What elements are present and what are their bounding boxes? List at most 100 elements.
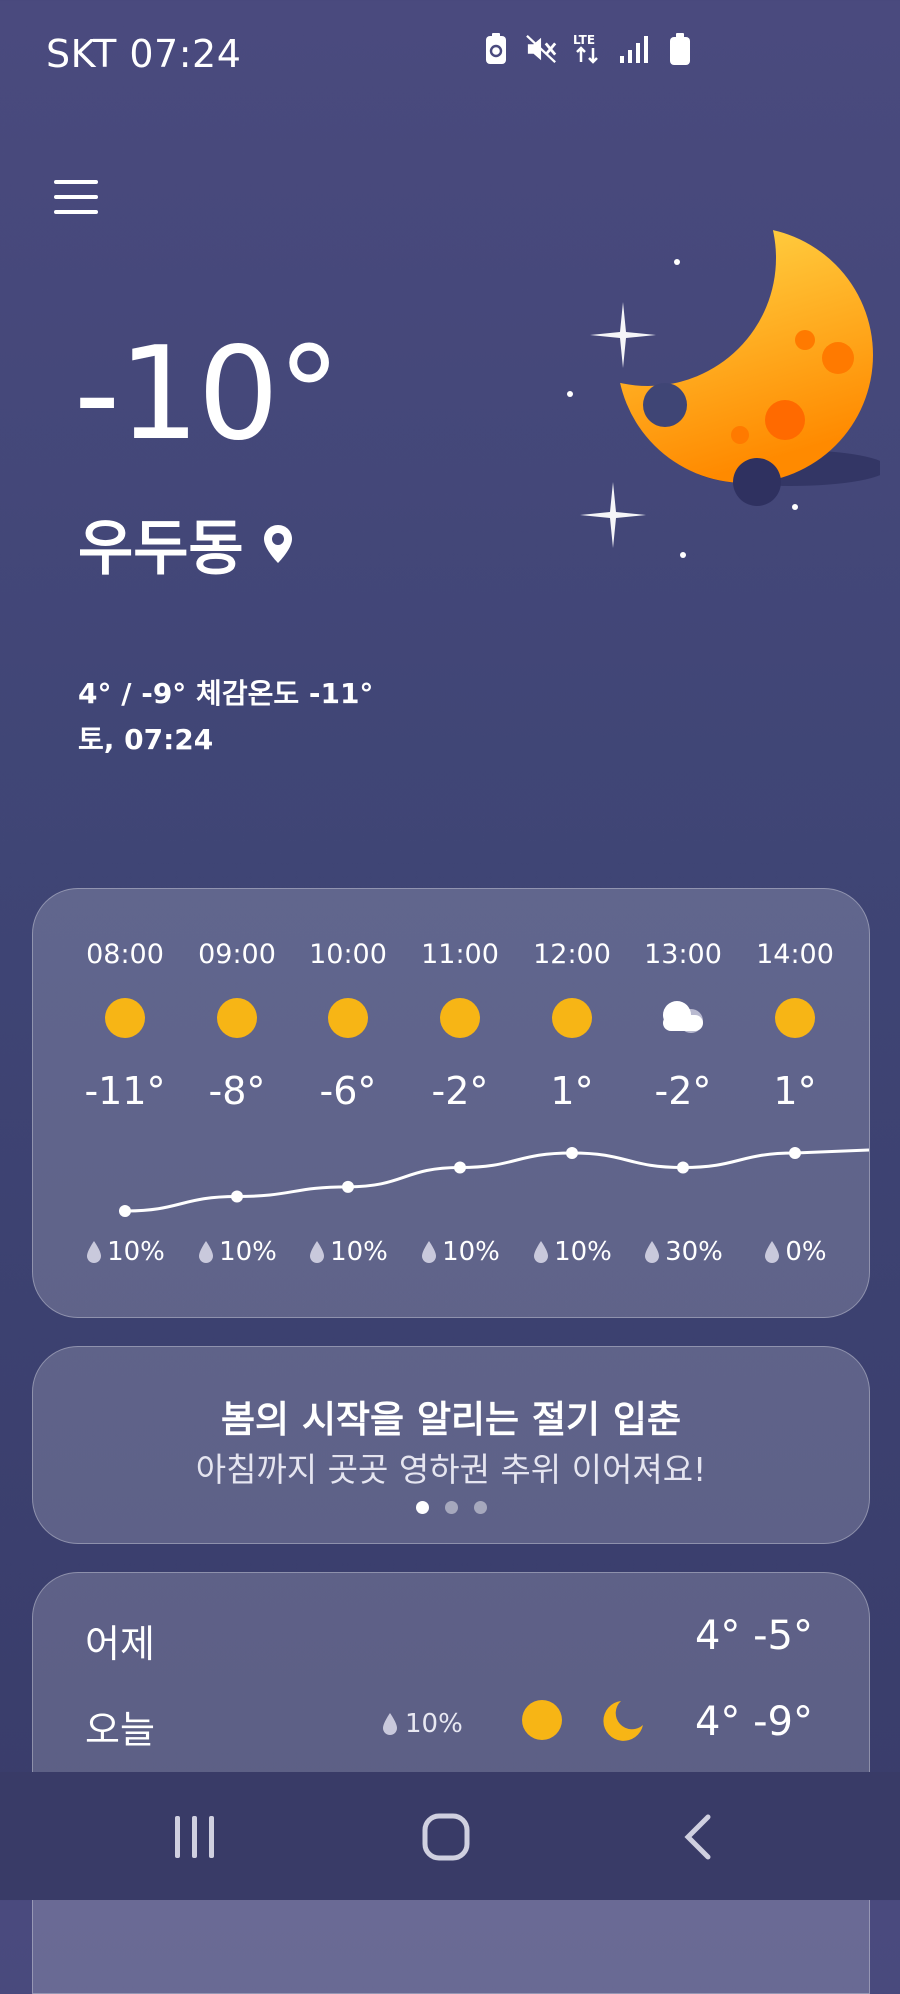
hour-icon [628,997,738,1041]
day-temps: 4° -9° [694,1699,813,1745]
rain-percent: 10% [442,1237,500,1267]
recent-apps-icon [175,1816,214,1858]
battery-saver-icon [480,30,512,68]
hour-temp: -6° [319,1069,377,1113]
rain-chance: 10% [381,1709,463,1739]
signal-icon [618,30,650,68]
temperature-line [124,1148,869,1213]
raindrop-icon [383,1713,397,1735]
menu-line [54,195,98,199]
day-label: 오늘 [85,1708,155,1752]
rain-percent: 10% [107,1237,165,1267]
page-dot[interactable] [473,1501,487,1514]
hour-temp: -11° [84,1069,166,1113]
banner-title: 봄의 시작을 알리는 절기 입춘 [220,1398,681,1441]
hour-time: 08:00 [86,939,164,970]
raindrop-icon [310,1241,325,1263]
status-icons: LTE [480,30,900,68]
hour-icon [293,997,403,1041]
temperature-point [342,1180,354,1193]
home-button[interactable] [396,1802,496,1872]
hour-rain: 10% [517,1237,627,1267]
navigation-bar [0,1772,900,1900]
sun-icon [440,998,480,1038]
hour-time: 13:00 [644,939,722,970]
menu-button[interactable] [54,180,98,220]
raindrop-icon [534,1241,549,1263]
page-dot[interactable] [415,1501,429,1514]
sun-icon [775,998,815,1038]
hour-rain: 0% [740,1237,850,1267]
temperature-point [789,1147,801,1159]
hour-temp: 1° [550,1069,594,1113]
hour-rain: 10% [293,1237,403,1267]
sun-icon [552,998,592,1038]
day-temps: 4° -5° [694,1613,813,1659]
hour-time: 12:00 [533,939,611,970]
cloudy-icon [663,1001,703,1033]
daily-row-yesterday: 어제 4° -5° [33,1613,869,1683]
hi-lo-feels-like: 4° / -9° 체감온도 -11° [78,677,374,710]
location-row[interactable]: 우두동 [78,500,294,587]
info-banner-card[interactable]: 봄의 시작을 알리는 절기 입춘 아침까지 곳곳 영하권 추위 이어져요! [32,1346,870,1544]
hour-icon [70,997,180,1041]
daily-row-today: 오늘 10% 4° -9° [33,1699,869,1769]
sun-icon [105,998,145,1038]
raindrop-icon [765,1241,780,1263]
hourly-forecast-card[interactable]: 08:00 -11° 10% 09:00 -8° 10% 10:00 -6° 10% 11:00 -… [32,888,870,1318]
rain-percent: 30% [665,1237,723,1267]
hour-icon [517,997,627,1041]
temperature-point [677,1161,689,1174]
rain-percent: 0% [785,1237,827,1267]
hour-icon [405,997,515,1041]
crescent-moon-icon [567,230,880,558]
temperature-point [454,1161,466,1174]
sun-icon [328,998,368,1038]
location-name: 우두동 [78,514,244,584]
home-icon [422,1813,470,1861]
rain-percent: 10% [330,1237,388,1267]
hour-rain: 10% [70,1237,180,1267]
page-dot[interactable] [444,1501,458,1514]
rain-percent: 10% [405,1709,463,1739]
banner-subtitle: 아침까지 곳곳 영하권 추위 이어져요! [195,1450,707,1489]
svg-text:LTE: LTE [573,33,595,47]
hour-time: 14:00 [756,939,834,970]
menu-line [54,180,98,184]
raindrop-icon [199,1241,214,1263]
back-icon [684,1814,711,1860]
hour-temp: 1° [773,1069,817,1113]
hour-temp: -8° [208,1069,266,1113]
status-bar: SKT 07:24 LTE [0,0,900,110]
carrier-time: SKT 07:24 [46,32,242,76]
back-button[interactable] [648,1802,748,1872]
recent-apps-button[interactable] [145,1802,245,1872]
hour-temp: -2° [654,1069,712,1113]
raindrop-icon [422,1241,437,1263]
hour-time: 11:00 [421,939,499,970]
day-label: 어제 [85,1622,155,1666]
mute-icon [526,30,558,68]
hour-icon [182,997,292,1041]
page-indicator [33,1501,869,1514]
hour-time: 10:00 [309,939,387,970]
raindrop-icon [645,1241,660,1263]
hour-temp: -2° [431,1069,489,1113]
moon-icon [603,1701,643,1741]
location-pin-icon [263,524,292,563]
date-time: 토, 07:24 [78,723,214,756]
lte-icon: LTE [572,30,604,68]
sun-icon [522,1700,562,1740]
rain-percent: 10% [219,1237,277,1267]
temperature-point [566,1147,578,1159]
hour-rain: 10% [405,1237,515,1267]
battery-icon [664,30,696,68]
menu-line [54,210,98,214]
current-temperature: -10° [74,320,341,469]
temperature-point [231,1190,243,1203]
hour-icon [740,997,850,1041]
raindrop-icon [87,1241,102,1263]
hour-rain: 10% [182,1237,292,1267]
hour-time: 09:00 [198,939,276,970]
rain-percent: 10% [554,1237,612,1267]
